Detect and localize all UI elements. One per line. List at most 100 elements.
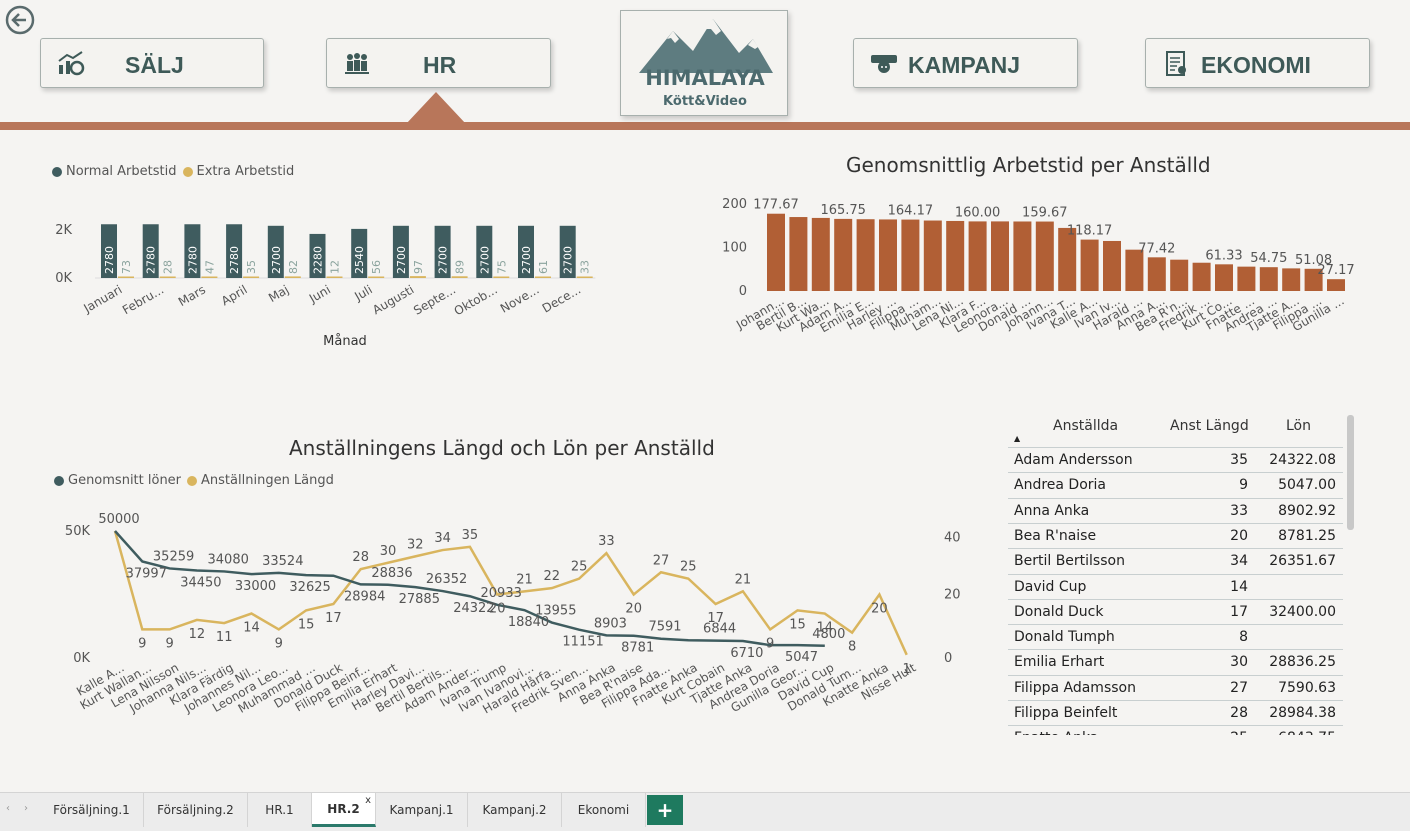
tab-kampanj-1[interactable]: Kampanj.1 [376, 793, 468, 827]
salary-data-label: 26352 [426, 572, 467, 587]
length-data-label: 27 [653, 553, 670, 568]
bar-label-extra: 75 [495, 260, 508, 274]
back-arrow-icon[interactable] [5, 5, 35, 35]
table-row[interactable]: Anna Anka 33 8902.92 [1008, 497, 1343, 523]
table-row[interactable]: Adam Andersson 35 24322.08 [1008, 447, 1343, 472]
col-header-employee[interactable]: Anställda [1053, 418, 1118, 434]
bar-label-extra: 56 [370, 260, 383, 274]
length-data-label: 17 [707, 611, 724, 626]
bar [1013, 221, 1032, 291]
ekonomi-button[interactable]: EKONOMI [1145, 38, 1370, 88]
monthly-hours-chart: 2K 0K 2780 73 Januari 2780 28 Febru... 2780 47 Mar… [55, 223, 596, 349]
tab-label: Försäljning.1 [53, 803, 130, 817]
table-row[interactable]: Filippa Beinfelt 28 28984.38 [1008, 700, 1343, 725]
length-data-label: 25 [571, 560, 588, 575]
length-data-label: 22 [544, 569, 561, 584]
tab-hr-2[interactable]: HR.2 x [312, 793, 376, 827]
cell-tenure: 14 [1230, 578, 1248, 595]
tab-scroll-right-icon[interactable]: › [24, 803, 28, 814]
tab-forsaljning-1[interactable]: Försäljning.1 [40, 793, 144, 827]
add-page-button[interactable]: + [647, 795, 683, 825]
bar-extra [284, 276, 301, 278]
bar [879, 219, 897, 291]
cell-employee: Anna Anka [1014, 502, 1090, 519]
salary-data-label: 6710 [730, 646, 763, 661]
table-scrollbar[interactable] [1347, 415, 1354, 530]
table-row[interactable]: Filippa Adamsson 27 7590.63 [1008, 674, 1343, 700]
tab-close-icon[interactable]: x [365, 795, 371, 806]
sort-ascending-icon[interactable]: ▲ [1014, 434, 1020, 443]
mountain-logo-icon: HIMALAYA Kött&Video [639, 19, 773, 109]
table-row[interactable]: Emilia Erhart 30 28836.25 [1008, 649, 1343, 674]
x-tick-label: Augusti [370, 282, 416, 317]
hr-label: HR [423, 52, 457, 78]
hr-button[interactable]: HR [326, 38, 551, 88]
salary-data-label: 11151 [562, 635, 603, 650]
header-band [0, 122, 1410, 130]
col-header-salary[interactable]: Lön [1286, 418, 1311, 434]
bar [811, 217, 830, 291]
x-tick-label: Oktob... [452, 282, 500, 318]
tab-hr-1[interactable]: HR.1 [248, 793, 312, 827]
table-row[interactable]: Donald Tumph 8 [1008, 624, 1343, 649]
length-data-label: 21 [735, 572, 752, 587]
y-tick-label: 200 [722, 197, 747, 212]
col-header-tenure[interactable]: Anst Längd [1170, 418, 1249, 434]
bar-label-normal: 2700 [395, 246, 408, 274]
bar [1170, 259, 1189, 291]
tab-label: HR.2 [327, 801, 360, 816]
kampanj-label: KAMPANJ [908, 52, 1021, 78]
length-data-label: 21 [516, 572, 533, 587]
tab-kampanj-2[interactable]: Kampanj.2 [468, 793, 562, 827]
cell-tenure: 27 [1230, 679, 1248, 696]
bar-label-extra: 73 [120, 260, 133, 274]
bar [923, 220, 942, 291]
cell-tenure: 34 [1230, 553, 1248, 570]
salj-button[interactable]: SÄLJ [40, 38, 264, 88]
table-row[interactable]: Bertil Bertilsson 34 26351.67 [1008, 548, 1343, 573]
cell-employee: Filippa Adamsson [1014, 679, 1136, 696]
y-right-tick-label: 20 [944, 588, 961, 603]
table-row[interactable]: Donald Duck 17 32400.00 [1008, 598, 1343, 624]
bar-extra [201, 276, 218, 278]
legend-salary: Genomsnitt löner [68, 473, 182, 488]
cell-salary: 28836.25 [1269, 654, 1336, 671]
y-right-tick-label: 40 [944, 530, 961, 545]
tab-ekonomi[interactable]: Ekonomi [562, 793, 646, 827]
table-row[interactable]: Fnatte Anka 25 6843.75 [1008, 725, 1343, 735]
plus-icon: + [656, 798, 674, 822]
cell-tenure: 28 [1230, 705, 1248, 721]
bar-extra [118, 276, 134, 278]
legend-dot-salary [54, 475, 64, 486]
salary-data-label: 34080 [208, 552, 249, 567]
table-row[interactable]: David Cup 14 [1008, 573, 1343, 599]
table-row[interactable]: Andrea Doria 9 5047.00 [1008, 472, 1343, 497]
chart2-title: Genomsnittlig Arbetstid per Anställd [846, 153, 1211, 177]
length-data-label: 20 [625, 602, 642, 617]
bar [1192, 262, 1211, 291]
x-tick-label: Juni [306, 282, 333, 306]
salj-label: SÄLJ [125, 52, 184, 78]
bar-label-normal: 2700 [520, 246, 533, 274]
length-data-label: 9 [138, 636, 146, 651]
avg-hours-per-employee-chart: 2001000177.67Johann...Bertil B...Kurt Wa… [722, 197, 1354, 336]
chart3-legend: Genomsnitt löner Anställningen Längd [54, 473, 334, 488]
chart3-title: Anställningens Längd och Lön per Anställ… [289, 436, 715, 460]
length-data-label: 28 [352, 550, 369, 565]
campaign-icon [870, 51, 897, 77]
tab-scroll-left-icon[interactable]: ‹ [6, 803, 10, 814]
kampanj-button[interactable]: KAMPANJ [853, 38, 1078, 88]
bar [1237, 266, 1256, 291]
cell-salary: 6843.75 [1278, 730, 1336, 735]
salary-data-label: 37997 [126, 566, 167, 581]
tab-label: HR.1 [265, 803, 294, 817]
salary-data-label: 33524 [262, 554, 303, 569]
bar-label-normal: 2780 [145, 246, 158, 274]
y-tick-label: 2K [55, 223, 72, 238]
ekonomi-label: EKONOMI [1201, 52, 1311, 78]
salary-data-label: 33000 [235, 579, 276, 594]
cell-salary: 8781.25 [1278, 527, 1336, 544]
table-row[interactable]: Bea R'naise 20 8781.25 [1008, 522, 1343, 548]
tab-forsaljning-2[interactable]: Försäljning.2 [144, 793, 248, 827]
employee-table: Anställda Anst Längd Lön ▲ Adam Andersso… [1008, 410, 1343, 735]
